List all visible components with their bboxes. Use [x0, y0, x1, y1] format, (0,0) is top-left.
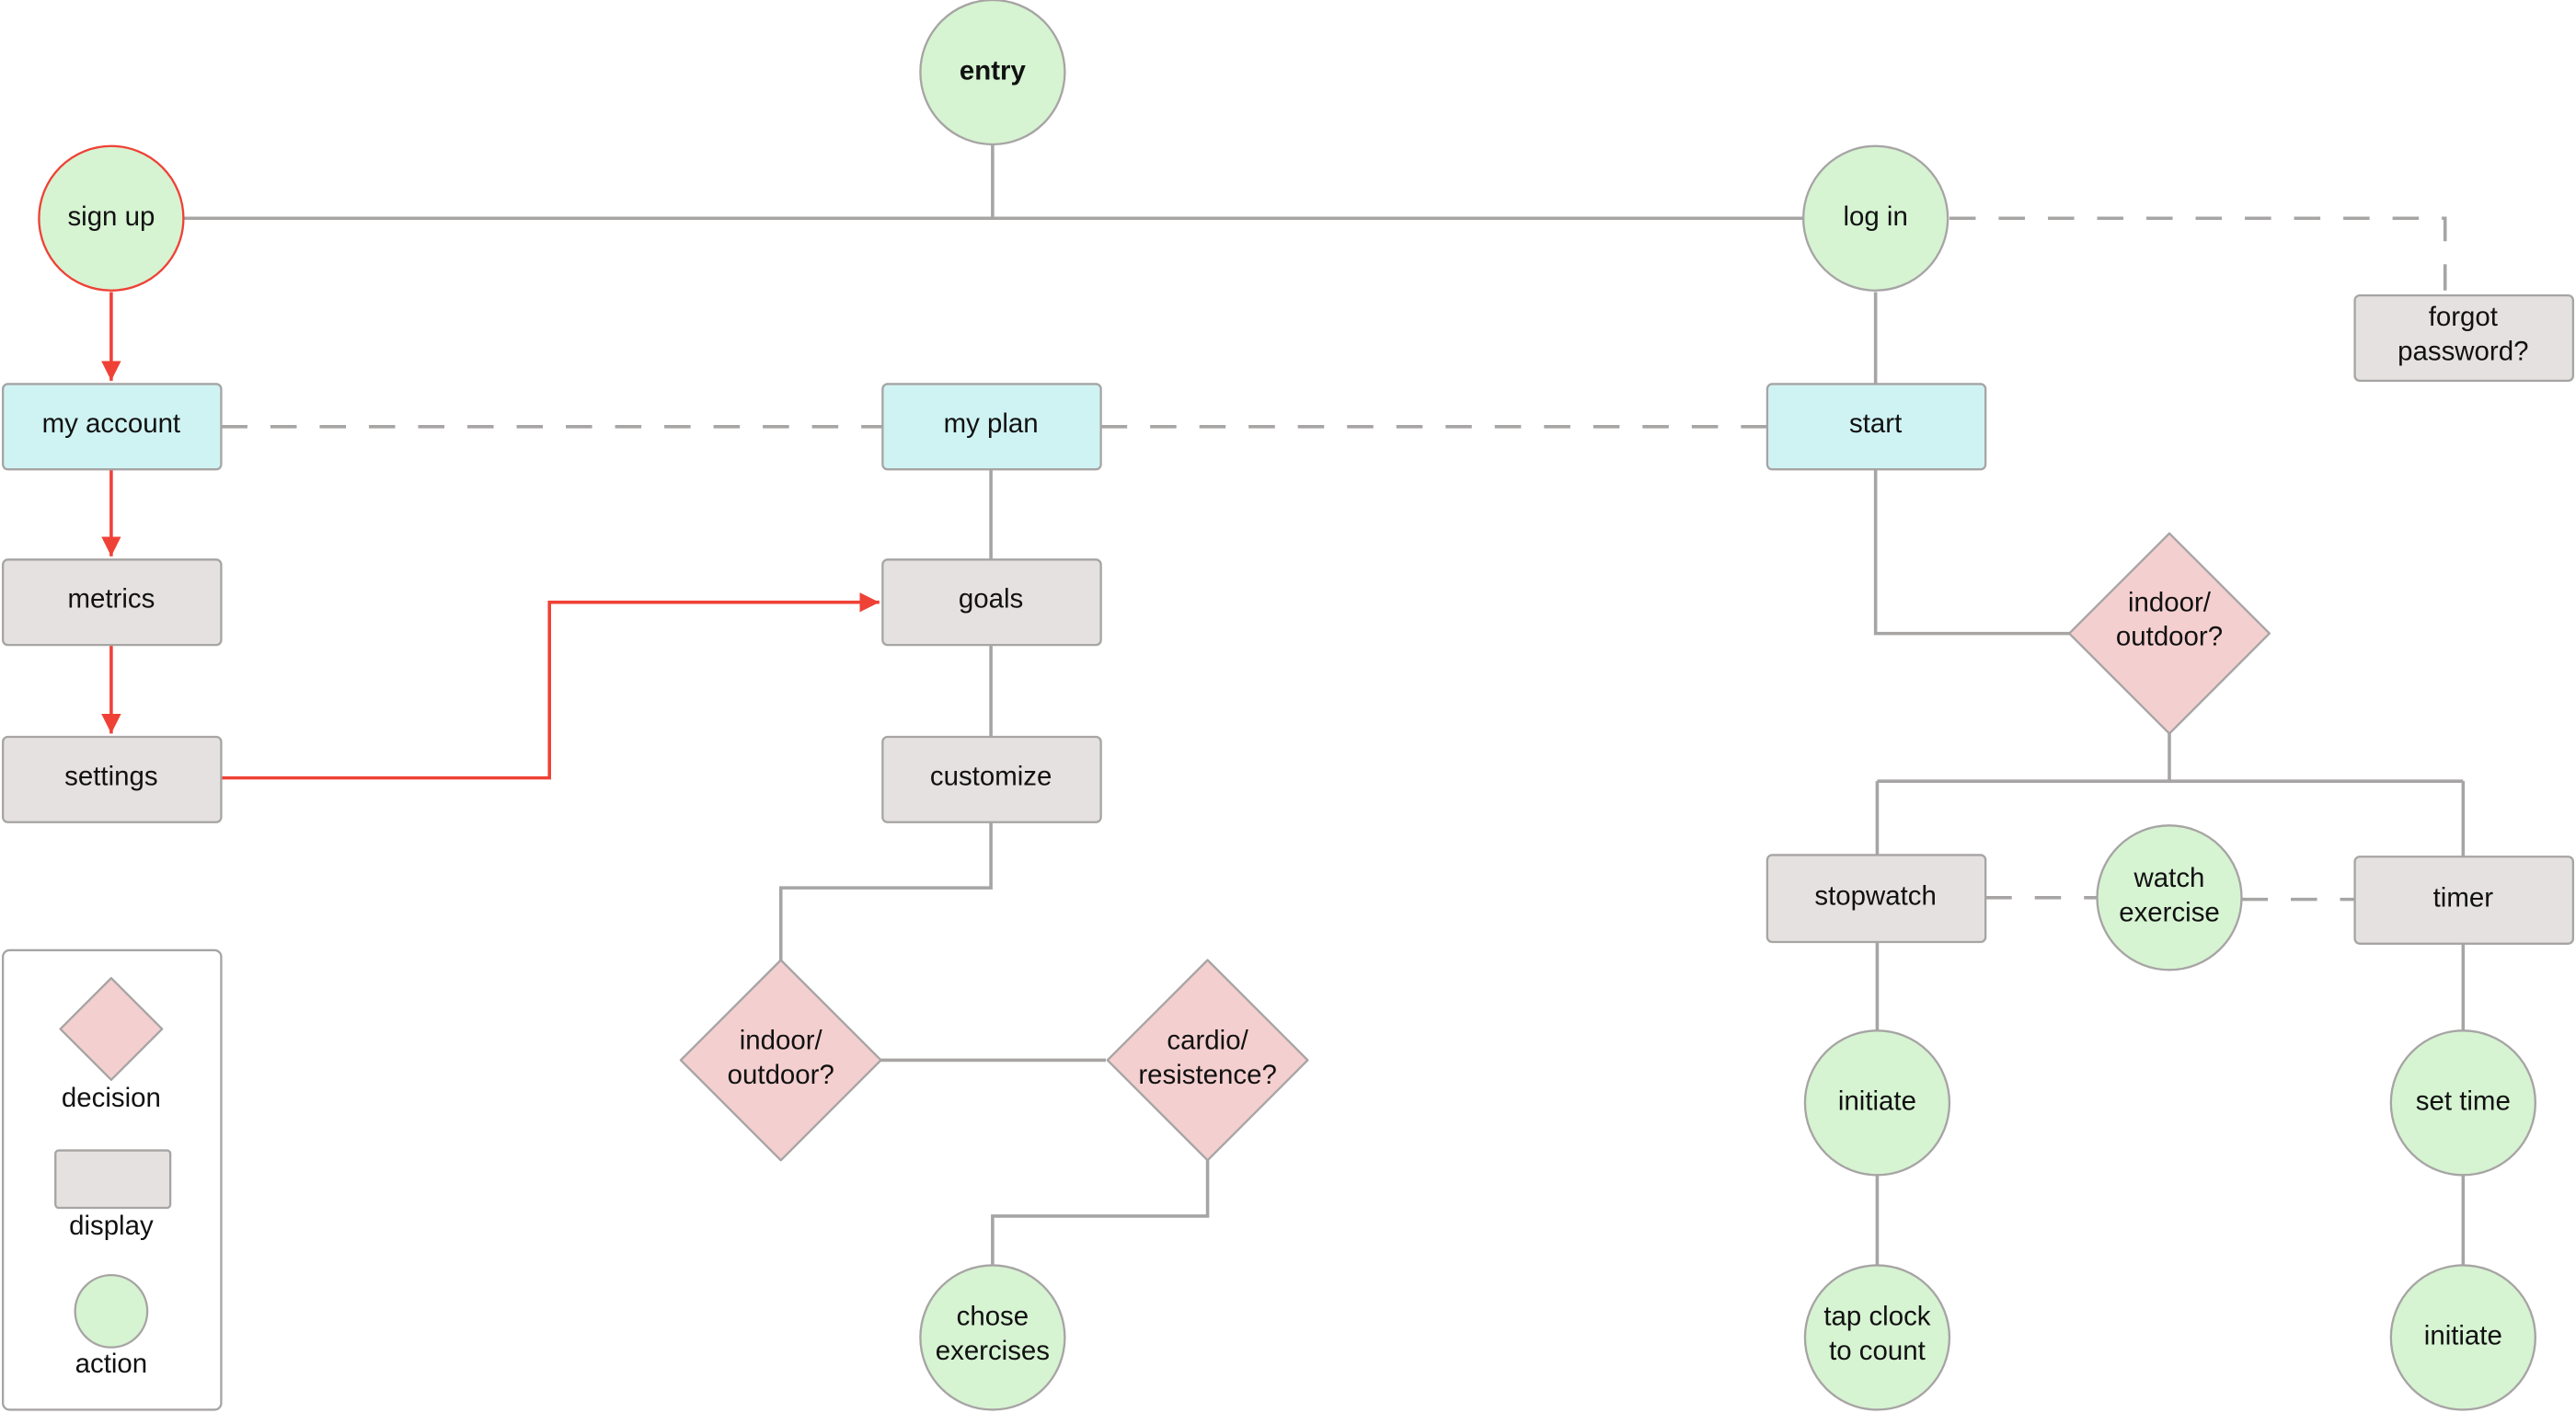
- edge-cardio-chose: [991, 1160, 1210, 1266]
- node-label: stopwatch: [1814, 881, 1936, 912]
- node-label: entry: [960, 55, 1027, 86]
- legend: decision display action: [1, 948, 223, 1411]
- node-label: sign up: [67, 201, 155, 232]
- node-set-time[interactable]: set time: [2389, 1029, 2536, 1177]
- node-label: outdoor?: [728, 1060, 834, 1090]
- node-metrics[interactable]: metrics: [1, 558, 223, 647]
- node-label: customize: [930, 761, 1052, 791]
- node-chose-exercises[interactable]: chose exercises: [919, 1264, 1066, 1411]
- edge-start-decision: [1873, 469, 2070, 636]
- legend-action-icon: [74, 1273, 149, 1349]
- node-label: set time: [2416, 1086, 2511, 1117]
- node-label: settings: [64, 761, 157, 791]
- node-label: initiate: [2424, 1321, 2502, 1351]
- node-label: watch: [2133, 863, 2205, 893]
- node-label: resistence?: [1138, 1060, 1276, 1090]
- node-entry[interactable]: entry: [919, 0, 1066, 146]
- node-label: start: [1849, 408, 1902, 439]
- node-label: tap clock: [1823, 1301, 1930, 1331]
- node-label: exercises: [936, 1336, 1050, 1366]
- connectors: [101, 144, 2466, 1266]
- node-log-in[interactable]: log in: [1802, 144, 1949, 292]
- edge-settings-goals: [221, 592, 880, 780]
- node-label: cardio/: [1167, 1026, 1248, 1056]
- node-label: indoor/: [2128, 587, 2212, 617]
- node-label: goals: [959, 584, 1023, 615]
- node-label: to count: [1829, 1336, 1926, 1366]
- node-label: chose: [957, 1301, 1029, 1331]
- edge-login-forgot: [1949, 216, 2447, 296]
- node-label: forgot: [2429, 302, 2498, 332]
- user-flow-diagram: entry sign up log in forgot password? my…: [1, 0, 2575, 1411]
- node-customize[interactable]: customize: [881, 735, 1102, 823]
- node-stopwatch-initiate[interactable]: initiate: [1803, 1029, 1951, 1177]
- node-my-account[interactable]: my account: [1, 383, 223, 471]
- node-start[interactable]: start: [1765, 383, 1987, 471]
- node-watch-exercise[interactable]: watch exercise: [2096, 824, 2243, 971]
- legend-display-label: display: [69, 1211, 154, 1241]
- legend-display-icon: [54, 1149, 172, 1210]
- node-my-plan[interactable]: my plan: [881, 383, 1102, 471]
- node-label: log in: [1843, 201, 1907, 232]
- node-sign-up[interactable]: sign up: [38, 144, 185, 292]
- node-label: exercise: [2119, 897, 2220, 927]
- node-label: metrics: [67, 584, 155, 615]
- node-label: password?: [2398, 336, 2528, 366]
- node-timer[interactable]: timer: [2353, 856, 2575, 945]
- edge-customize-decision: [778, 821, 993, 960]
- node-label: initiate: [1838, 1086, 1916, 1117]
- node-label: my account: [42, 408, 180, 439]
- node-plan-indoor-outdoor[interactable]: indoor/ outdoor?: [679, 959, 882, 1162]
- node-label: indoor/: [740, 1026, 823, 1056]
- node-goals[interactable]: goals: [881, 558, 1102, 647]
- legend-decision-label: decision: [62, 1083, 161, 1113]
- node-label: my plan: [944, 408, 1039, 439]
- node-cardio-resistence[interactable]: cardio/ resistence?: [1106, 959, 1309, 1162]
- node-tap-clock[interactable]: tap clock to count: [1803, 1264, 1951, 1411]
- node-label: timer: [2433, 882, 2494, 913]
- node-label: outdoor?: [2116, 622, 2223, 652]
- node-start-indoor-outdoor[interactable]: indoor/ outdoor?: [2068, 532, 2271, 735]
- node-forgot-password[interactable]: forgot password?: [2353, 293, 2575, 383]
- node-timer-initiate[interactable]: initiate: [2389, 1264, 2536, 1411]
- legend-action-label: action: [75, 1349, 148, 1379]
- node-settings[interactable]: settings: [1, 735, 223, 823]
- node-stopwatch[interactable]: stopwatch: [1765, 854, 1987, 944]
